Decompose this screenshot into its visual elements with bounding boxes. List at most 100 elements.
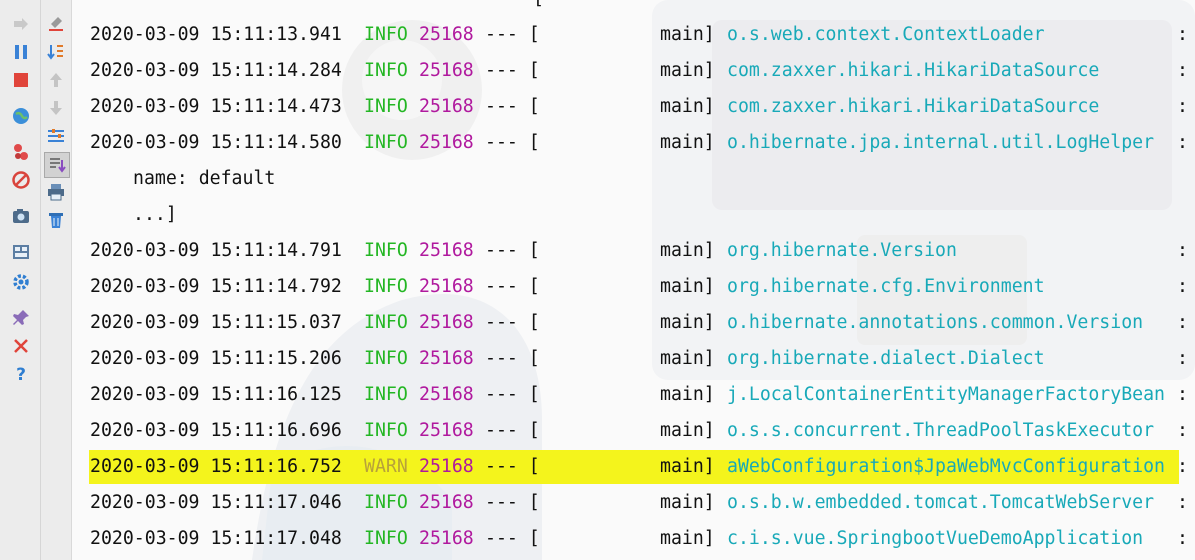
log-timestamp: 2020-03-09 15:11:14.791 [90, 240, 342, 261]
filter-icon [48, 129, 64, 142]
log-entry: 2020-03-09 15:11:13.941 INFO 25168 --- [mai… [72, 17, 1195, 53]
help-button[interactable]: ? [9, 362, 33, 386]
log-pid: 25168 [419, 96, 474, 117]
log-colon: : [1177, 420, 1188, 441]
log-thread: main] [660, 96, 715, 117]
soft-wrap-icon [47, 45, 63, 60]
up-arrow-button[interactable] [44, 68, 68, 92]
log-continuation: ...] [72, 197, 1195, 233]
close-button[interactable] [9, 334, 33, 358]
log-pid: 25168 [419, 492, 474, 513]
log-entry: 2020-03-09 15:11:16.696 INFO 25168 --- [mai… [72, 413, 1195, 449]
pin-button[interactable] [9, 306, 33, 330]
log-entry: 2020-03-09 15:11:17.048 INFO 25168 --- [mai… [72, 521, 1195, 557]
log-pid: 25168 [419, 312, 474, 333]
log-level: INFO [364, 420, 408, 441]
log-colon: : [1177, 492, 1188, 513]
log-level: INFO [364, 348, 408, 369]
log-separator: --- [ [485, 96, 540, 117]
clipped-previous-line: [ [533, 0, 544, 8]
mute-breakpoints-button[interactable] [9, 168, 33, 192]
log-timestamp: 2020-03-09 15:11:14.284 [90, 60, 342, 81]
stop-button[interactable] [9, 68, 33, 92]
console-output[interactable]: [ 2020-03-09 15:11:13.941 INFO 25168 --- [m… [72, 0, 1195, 560]
log-level: INFO [364, 96, 408, 117]
log-colon: : [1177, 456, 1188, 477]
log-logger-name: com.zaxxer.hikari.HikariDataSource [727, 96, 1100, 117]
log-thread: main] [660, 492, 715, 513]
log-pid: 25168 [419, 24, 474, 45]
log-separator: --- [ [485, 60, 540, 81]
layout-icon [13, 245, 29, 259]
log-logger-name: o.s.b.w.embedded.tomcat.TomcatWebServer [727, 492, 1155, 513]
log-continuation: name: default [72, 161, 1195, 197]
log-level: INFO [364, 276, 408, 297]
log-continuation-text: ...] [133, 204, 177, 225]
log-thread: main] [660, 24, 715, 45]
globe-button[interactable] [9, 104, 33, 128]
log-separator: --- [ [485, 456, 540, 477]
console-toolbar-primary: ? [0, 0, 41, 560]
up-arrow-icon [50, 73, 62, 87]
log-timestamp: 2020-03-09 15:11:16.696 [90, 420, 342, 441]
log-level: INFO [364, 24, 408, 45]
log-logger-name: o.hibernate.annotations.common.Version [727, 312, 1144, 333]
log-separator: --- [ [485, 528, 540, 549]
log-pid: 25168 [419, 528, 474, 549]
globe-icon [13, 108, 29, 124]
log-entry: 2020-03-09 15:11:14.580 INFO 25168 --- [mai… [72, 125, 1195, 161]
pause-button[interactable] [9, 40, 33, 64]
settings-button[interactable] [9, 270, 33, 294]
log-thread: main] [660, 456, 715, 477]
log-logger-name: j.LocalContainerEntityManagerFactoryBean [727, 384, 1165, 405]
log-pid: 25168 [419, 240, 474, 261]
log-logger-name: o.s.web.context.ContextLoader [727, 24, 1045, 45]
log-logger-name: o.s.s.concurrent.ThreadPoolTaskExecutor [727, 420, 1155, 441]
log-pid: 25168 [419, 276, 474, 297]
log-logger-name: o.hibernate.jpa.internal.util.LogHelper [727, 132, 1155, 153]
trash-button[interactable] [44, 208, 68, 232]
stop-icon [14, 73, 28, 87]
dump-threads-button[interactable] [9, 140, 33, 164]
clear-icon [49, 17, 63, 31]
down-arrow-button[interactable] [44, 96, 68, 120]
log-entry: 2020-03-09 15:11:16.125 INFO 25168 --- [mai… [72, 377, 1195, 413]
log-level: INFO [364, 312, 408, 333]
log-level: INFO [364, 132, 408, 153]
soft-wrap-button[interactable] [44, 40, 68, 64]
rerun-button[interactable] [9, 12, 33, 36]
clear-button[interactable] [44, 12, 68, 36]
log-colon: : [1177, 528, 1188, 549]
log-timestamp: 2020-03-09 15:11:14.792 [90, 276, 342, 297]
log-separator: --- [ [485, 276, 540, 297]
log-level: INFO [364, 492, 408, 513]
pin-icon [13, 310, 29, 325]
log-thread: main] [660, 240, 715, 261]
log-colon: : [1177, 384, 1188, 405]
log-timestamp: 2020-03-09 15:11:15.037 [90, 312, 342, 333]
log-separator: --- [ [485, 384, 540, 405]
log-entry: 2020-03-09 15:11:15.037 INFO 25168 --- [mai… [72, 305, 1195, 341]
log-timestamp: 2020-03-09 15:11:16.752 [90, 456, 342, 477]
log-pid: 25168 [419, 60, 474, 81]
log-separator: --- [ [485, 492, 540, 513]
mute-breakpoints-icon [12, 171, 30, 189]
log-continuation-text: name: default [133, 168, 276, 189]
log-pid: 25168 [419, 384, 474, 405]
filter-button[interactable] [44, 124, 68, 148]
camera-button[interactable] [9, 204, 33, 228]
log-timestamp: 2020-03-09 15:11:14.473 [90, 96, 342, 117]
log-level: INFO [364, 384, 408, 405]
log-thread: main] [660, 348, 715, 369]
log-logger-name: org.hibernate.Version [727, 240, 957, 261]
log-separator: --- [ [485, 312, 540, 333]
log-colon: : [1177, 312, 1188, 333]
print-button[interactable] [44, 180, 68, 204]
log-pid: 25168 [419, 456, 474, 477]
layout-button[interactable] [9, 240, 33, 264]
log-entry: 2020-03-09 15:11:16.752 WARN 25168 --- [mai… [72, 449, 1195, 485]
log-entry: 2020-03-09 15:11:15.206 INFO 25168 --- [mai… [72, 341, 1195, 377]
log-thread: main] [660, 132, 715, 153]
scroll-to-end-button[interactable] [44, 152, 70, 178]
print-icon [48, 184, 64, 201]
